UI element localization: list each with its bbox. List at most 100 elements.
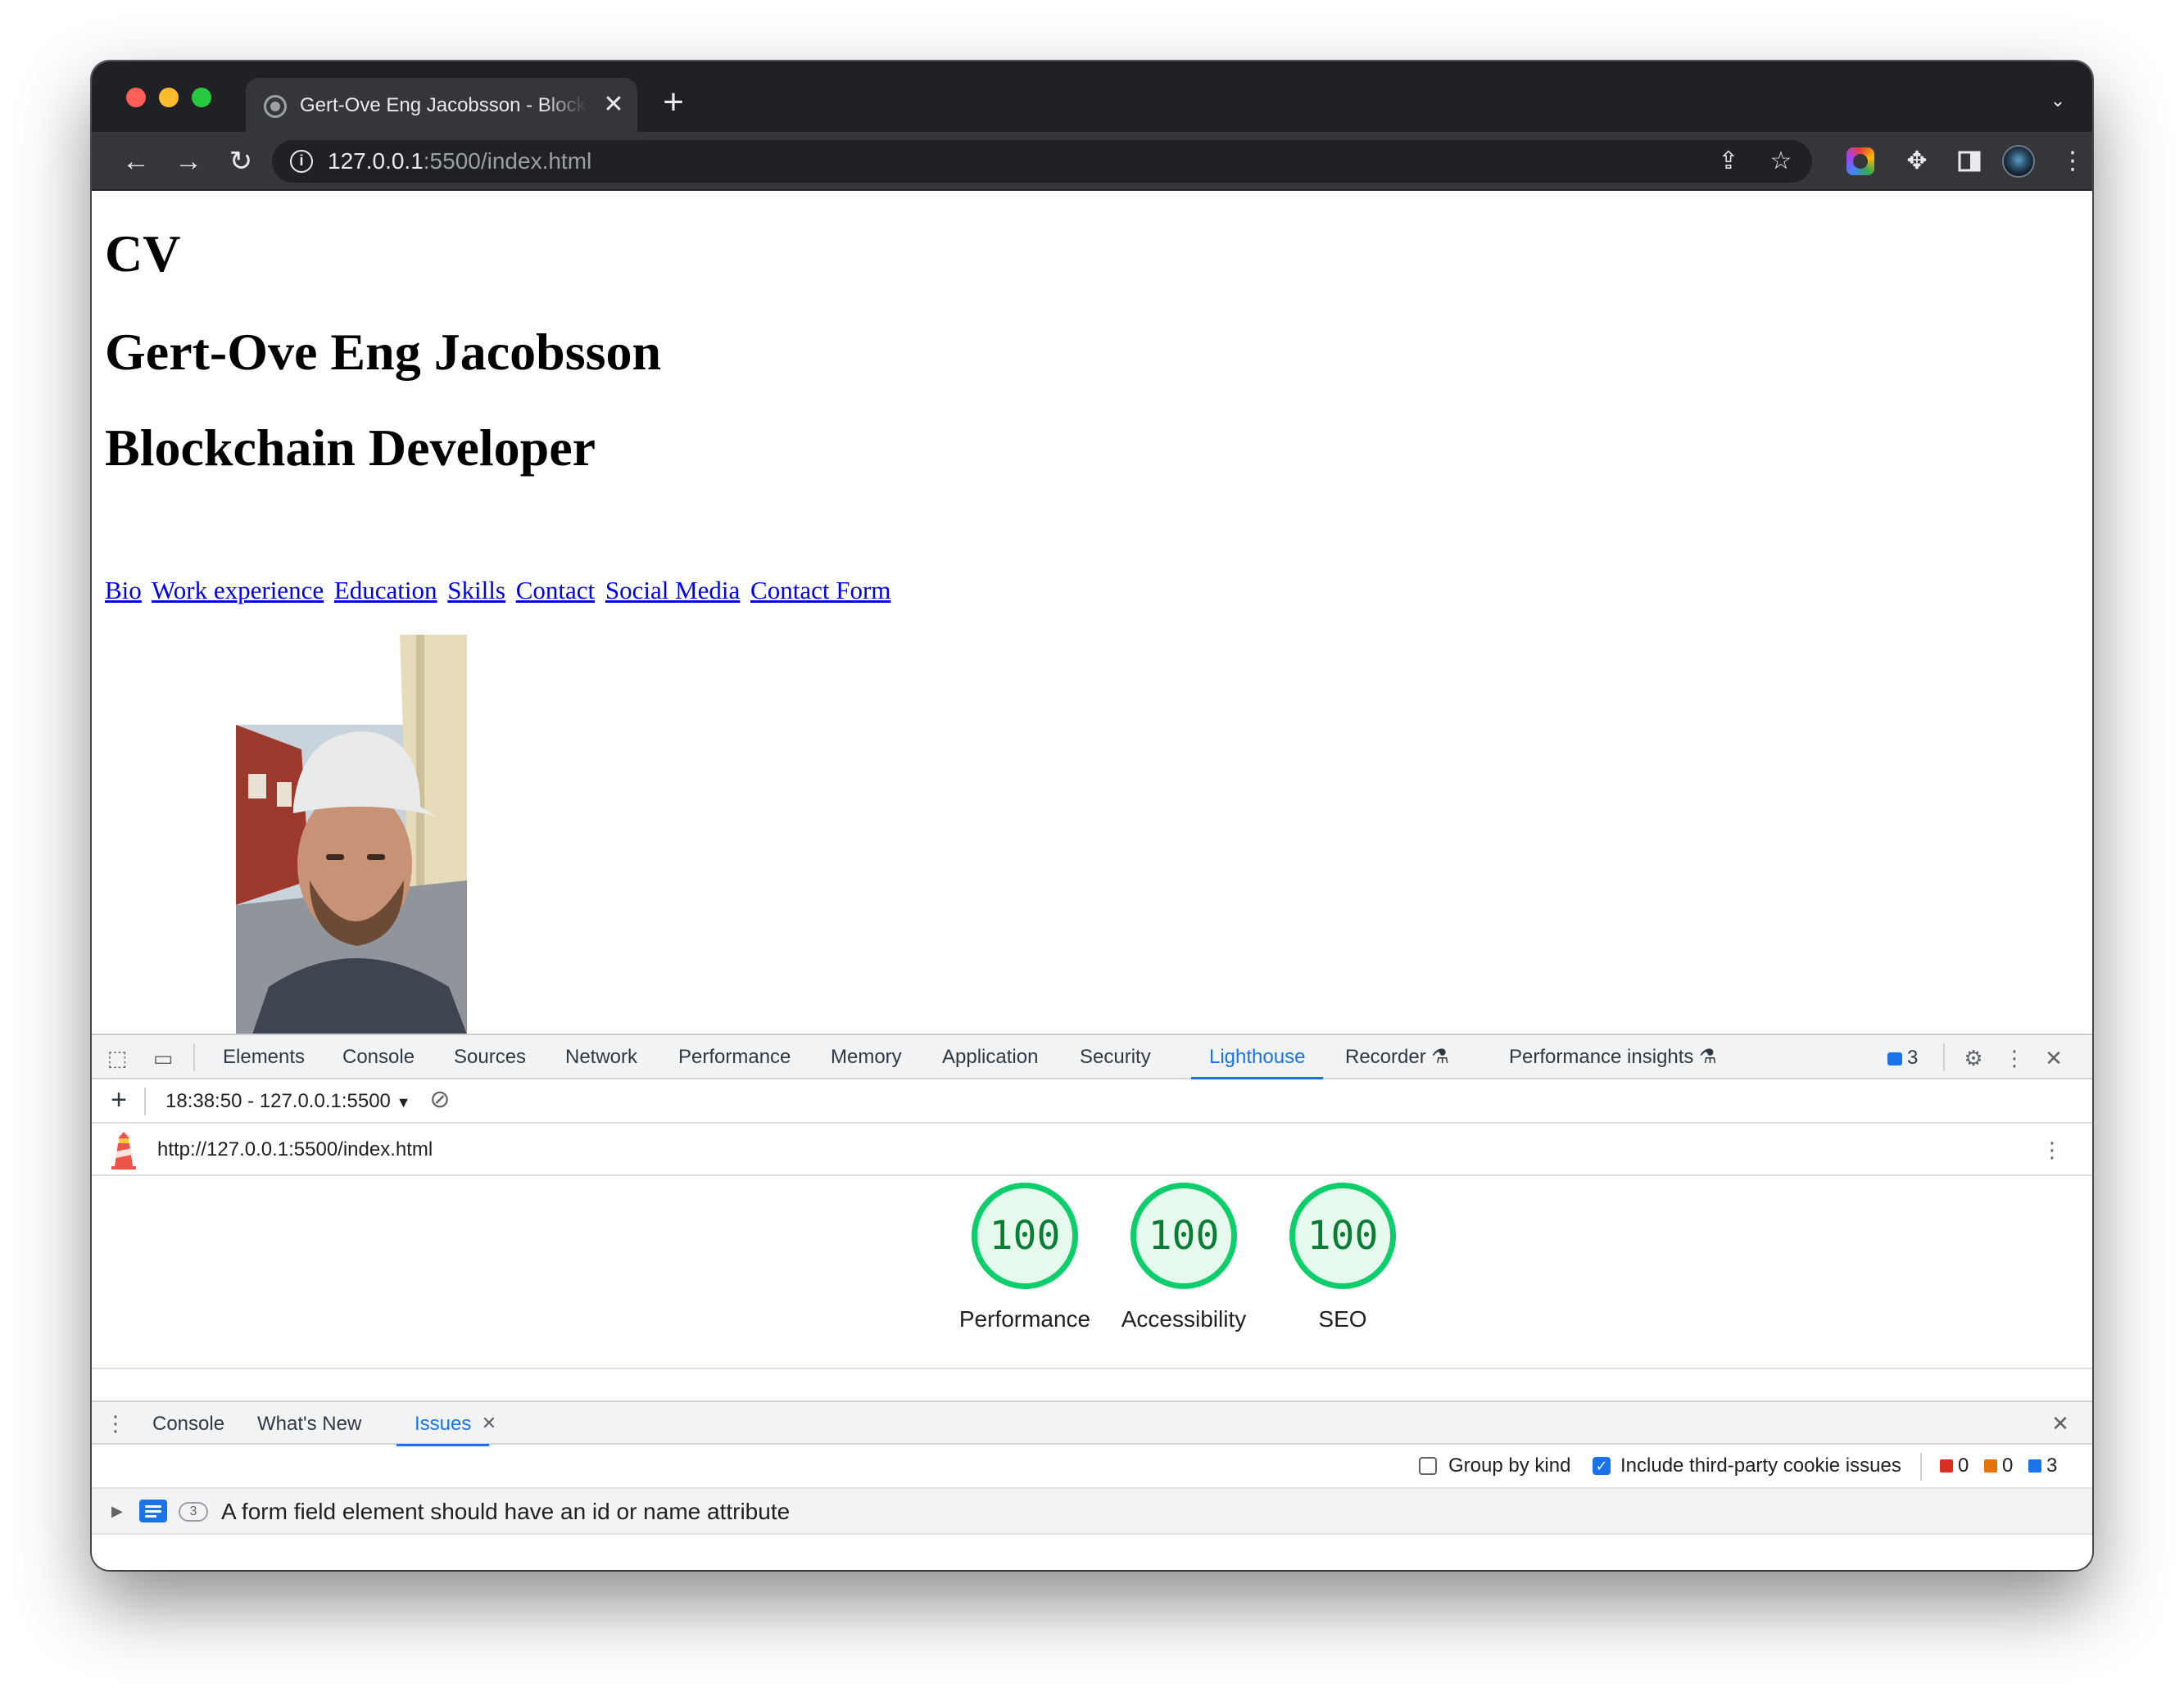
tab-close-icon[interactable]: ✕ — [600, 91, 628, 119]
nav-link-education[interactable]: Education — [334, 576, 437, 604]
browser-window: Gert-Ove Eng Jacobsson - Blockchain Deve… — [92, 61, 2092, 1570]
report-url: http://127.0.0.1:5500/index.html — [157, 1138, 433, 1160]
drawer-tab-issues[interactable]: Issues — [396, 1402, 490, 1446]
extensions-puzzle-icon[interactable]: ✥ — [1899, 143, 1935, 179]
url-path: :5500/index.html — [423, 148, 592, 174]
issue-row[interactable]: ▶ 3 A form field element should have an … — [92, 1489, 2092, 1535]
expand-caret-icon[interactable]: ▶ — [111, 1500, 128, 1522]
tab-console[interactable]: Console — [342, 1035, 415, 1079]
profile-photo — [170, 635, 467, 1034]
globe-icon — [264, 95, 287, 118]
gauge-performance-label: Performance — [958, 1306, 1091, 1332]
new-tab-button[interactable]: + — [657, 84, 690, 120]
gauge-performance[interactable]: 100 Performance — [951, 1183, 1099, 1333]
window-maximize-button[interactable] — [192, 88, 211, 107]
drawer-tab-issues-label: Issues — [415, 1413, 472, 1435]
issue-message-icon — [139, 1500, 167, 1522]
color-extension-icon[interactable] — [1846, 147, 1874, 175]
tab-recorder-label: Recorder — [1345, 1046, 1426, 1068]
tab-performance-insights[interactable]: Performance insights ⚗ — [1509, 1035, 1717, 1079]
forward-arrow-icon[interactable]: → — [170, 143, 206, 179]
device-toolbar-icon[interactable]: ▭ — [151, 1046, 175, 1070]
heading-role: Blockchain Developer — [105, 418, 596, 477]
info-count: 3 — [2028, 1454, 2057, 1478]
drawer-tab-whats-new[interactable]: What's New — [257, 1402, 361, 1446]
issues-toolbar: Group by kind ✓ Include third-party cook… — [92, 1445, 2092, 1489]
heading-name: Gert-Ove Eng Jacobsson — [105, 323, 662, 381]
info-count-value: 3 — [2046, 1454, 2058, 1477]
profile-avatar[interactable] — [2002, 145, 2035, 178]
tab-recorder[interactable]: Recorder ⚗ — [1345, 1035, 1449, 1079]
group-by-kind-label: Group by kind — [1448, 1454, 1571, 1477]
tab-application[interactable]: Application — [942, 1035, 1038, 1079]
devtools-tab-bar: ⬚ ▭ Elements Console Sources Network Per… — [92, 1035, 2092, 1079]
settings-gear-icon[interactable]: ⚙ — [1961, 1046, 1986, 1070]
warning-count: 0 — [1984, 1454, 2013, 1478]
address-url[interactable]: 127.0.0.1:5500/index.html — [328, 147, 591, 175]
inspect-element-icon[interactable]: ⬚ — [105, 1046, 129, 1070]
address-bar[interactable]: i 127.0.0.1:5500/index.html ⇪ ☆ — [272, 140, 1812, 183]
tab-performance[interactable]: Performance — [678, 1035, 791, 1079]
tab-title: Gert-Ove Eng Jacobsson - Blockchain Deve… — [300, 94, 587, 116]
issues-counter-value: 3 — [1907, 1047, 1919, 1069]
report-menu-icon[interactable]: ⋮ — [2040, 1138, 2064, 1162]
nav-link-work-experience[interactable]: Work experience — [152, 576, 324, 604]
nav-link-social-media[interactable]: Social Media — [605, 576, 740, 604]
third-party-cookie-checkbox[interactable]: ✓ — [1593, 1457, 1611, 1475]
reload-icon[interactable]: ↻ — [223, 143, 259, 179]
gauge-seo[interactable]: 100 SEO — [1269, 1183, 1416, 1333]
gauge-accessibility-label: Accessibility — [1121, 1306, 1247, 1332]
info-message-icon — [2028, 1459, 2041, 1473]
site-info-icon[interactable]: i — [290, 150, 313, 173]
issue-title: A form field element should have an id o… — [221, 1499, 791, 1524]
page-nav: Bio Work experience Education Skills Con… — [105, 574, 895, 607]
tab-elements[interactable]: Elements — [223, 1035, 305, 1079]
report-selector[interactable]: 18:38:50 - 127.0.0.1:5500 ▼ — [165, 1088, 410, 1115]
clear-all-icon[interactable]: ⊘ — [428, 1088, 452, 1112]
devtools-close-icon[interactable]: ✕ — [2041, 1046, 2066, 1070]
score-gauges: 100 Performance 100 Accessibility 100 SE… — [92, 1176, 2092, 1369]
drawer-close-icon[interactable]: ✕ — [2048, 1411, 2073, 1436]
drawer-tab-console[interactable]: Console — [152, 1402, 224, 1446]
drawer-tab-bar: ⋮ Console What's New Issues ✕ ✕ — [92, 1400, 2092, 1446]
page-viewport: CV Gert-Ove Eng Jacobsson Blockchain Dev… — [92, 191, 2092, 1034]
devtools-menu-icon[interactable]: ⋮ — [2002, 1046, 2027, 1070]
error-count: 0 — [1940, 1454, 1969, 1478]
gauge-accessibility[interactable]: 100 Accessibility — [1110, 1183, 1257, 1333]
dropdown-caret-icon: ▼ — [396, 1094, 411, 1111]
issues-tab-close-icon[interactable]: ✕ — [477, 1411, 501, 1436]
toolbar-divider — [1943, 1043, 1945, 1071]
nav-link-contact[interactable]: Contact — [516, 576, 595, 604]
window-close-button[interactable] — [126, 88, 146, 107]
tab-sources[interactable]: Sources — [454, 1035, 526, 1079]
nav-link-contact-form[interactable]: Contact Form — [750, 576, 890, 604]
back-arrow-icon[interactable]: ← — [118, 143, 154, 179]
tab-search-chevron-icon[interactable]: ⌄ — [2048, 91, 2068, 111]
browser-tab[interactable]: Gert-Ove Eng Jacobsson - Blockchain Deve… — [246, 78, 637, 132]
nav-link-bio[interactable]: Bio — [105, 576, 142, 604]
tab-performance-insights-label: Performance insights — [1509, 1046, 1694, 1068]
bookmark-star-icon[interactable]: ☆ — [1766, 147, 1796, 176]
new-report-plus-icon[interactable]: + — [106, 1086, 131, 1114]
devtools-panel: ⬚ ▭ Elements Console Sources Network Per… — [92, 1034, 2092, 1570]
window-minimize-button[interactable] — [159, 88, 179, 107]
tab-strip: Gert-Ove Eng Jacobsson - Blockchain Deve… — [92, 61, 2092, 132]
toolbar-divider — [193, 1043, 195, 1071]
nav-link-skills[interactable]: Skills — [447, 576, 505, 604]
share-icon[interactable]: ⇪ — [1714, 147, 1743, 176]
heading-cv: CV — [105, 224, 181, 283]
group-by-kind-checkbox[interactable] — [1419, 1457, 1437, 1475]
drawer-menu-icon[interactable]: ⋮ — [103, 1411, 128, 1436]
browser-menu-icon[interactable]: ⋮ — [2055, 143, 2091, 179]
lighthouse-toolbar: + 18:38:50 - 127.0.0.1:5500 ▼ ⊘ — [92, 1079, 2092, 1124]
tab-network[interactable]: Network — [565, 1035, 637, 1079]
issues-counter[interactable]: 3 — [1887, 1046, 1918, 1070]
tab-lighthouse[interactable]: Lighthouse — [1190, 1035, 1324, 1079]
warning-icon — [1984, 1459, 1997, 1473]
lighthouse-report-header: http://127.0.0.1:5500/index.html ⋮ — [92, 1124, 2092, 1176]
gauge-seo-label: SEO — [1318, 1306, 1367, 1332]
side-panel-icon[interactable] — [1951, 143, 1987, 179]
browser-toolbar: ← → ↻ i 127.0.0.1:5500/index.html ⇪ ☆ ✥ … — [92, 132, 2092, 191]
tab-security[interactable]: Security — [1080, 1035, 1151, 1079]
tab-memory[interactable]: Memory — [831, 1035, 902, 1079]
